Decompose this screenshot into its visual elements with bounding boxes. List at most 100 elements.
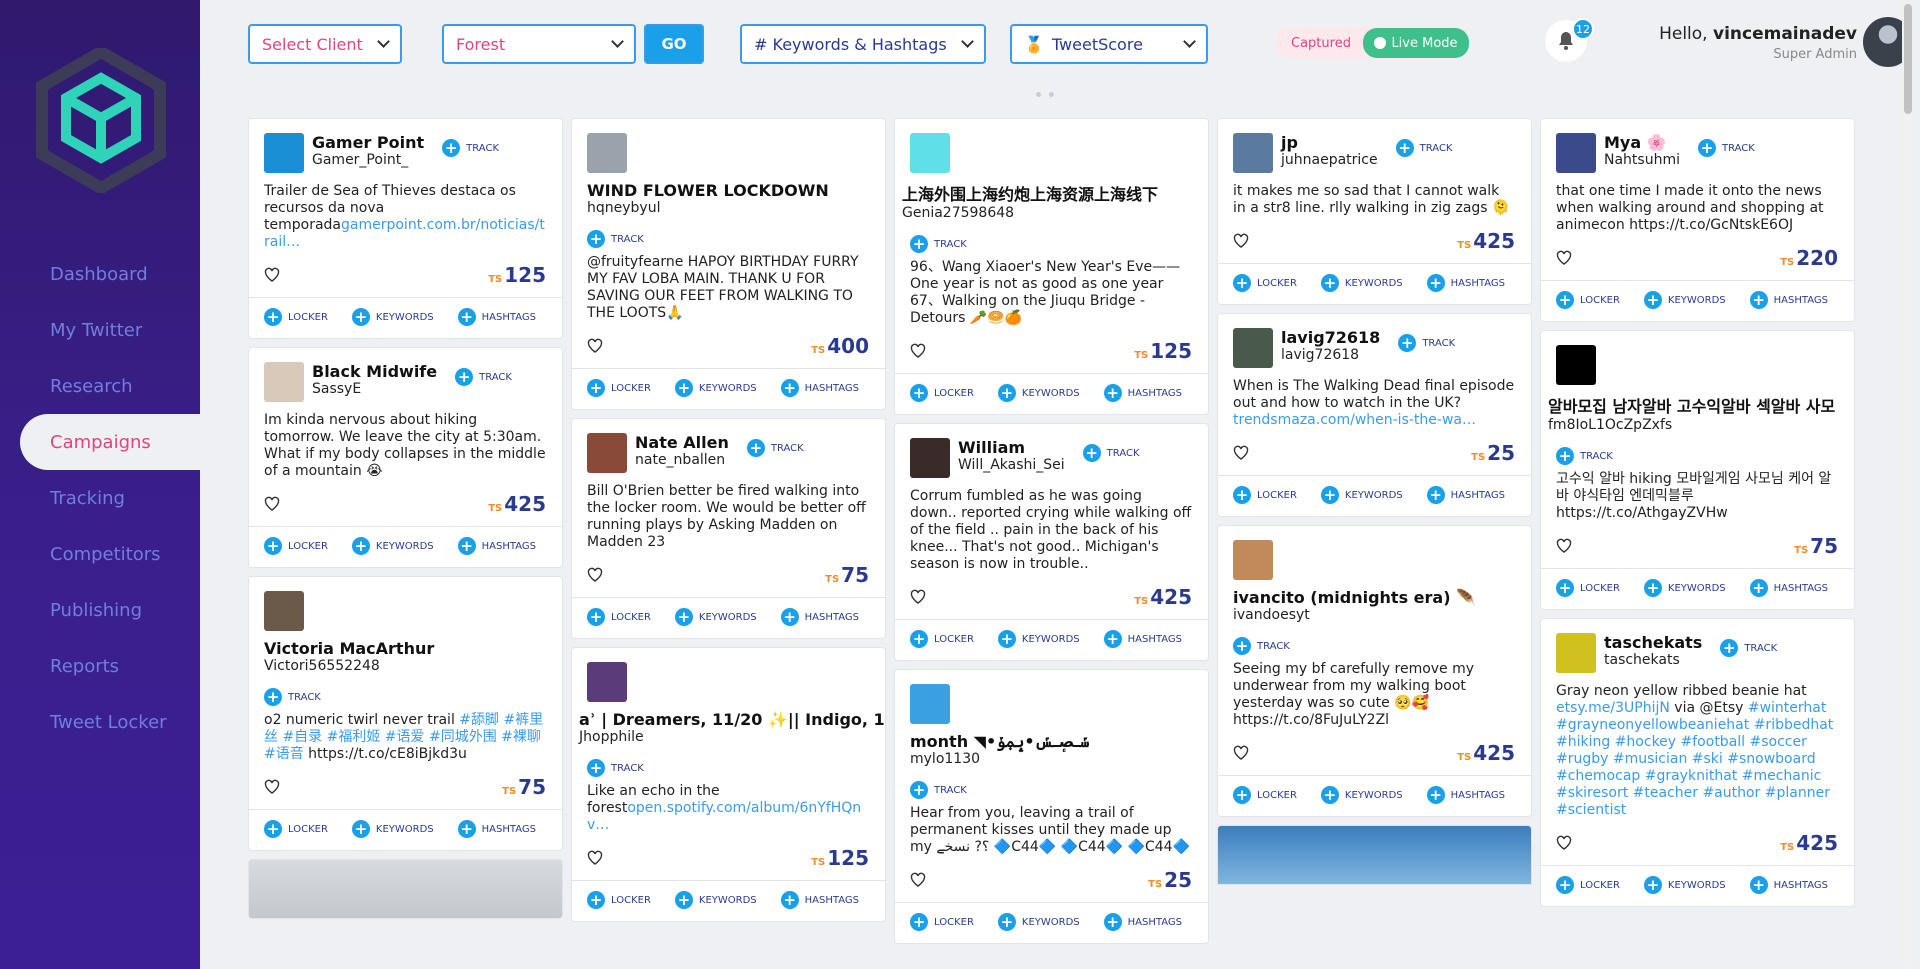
track-button[interactable]: + TRACK: [1082, 444, 1140, 462]
hashtags-button[interactable]: + HASHTAGS: [457, 820, 536, 838]
profile-picture[interactable]: [1556, 633, 1596, 673]
keywords-button[interactable]: + KEYWORDS: [997, 384, 1080, 402]
sidebar-item-my-twitter[interactable]: My Twitter: [0, 302, 200, 358]
tweet-hashtags[interactable]: #winterhat #grayneonyellowbeaniehat #rib…: [1556, 700, 1833, 818]
keywords-button[interactable]: + KEYWORDS: [1643, 876, 1726, 894]
keywords-hashtags-dropdown[interactable]: # Keywords & Hashtags: [740, 24, 986, 64]
heart-icon[interactable]: [587, 338, 603, 354]
carousel-dot[interactable]: [1036, 92, 1041, 97]
locker-button[interactable]: + LOCKER: [264, 537, 328, 555]
hashtags-button[interactable]: + HASHTAGS: [1749, 291, 1828, 309]
select-client-dropdown[interactable]: Select Client: [248, 24, 402, 64]
locker-button[interactable]: + LOCKER: [587, 891, 651, 909]
profile-picture[interactable]: [910, 438, 950, 478]
locker-button[interactable]: + LOCKER: [264, 820, 328, 838]
track-button[interactable]: + TRACK: [1233, 637, 1515, 655]
sidebar-item-reports[interactable]: Reports: [0, 638, 200, 694]
keywords-button[interactable]: + KEYWORDS: [351, 537, 434, 555]
hashtags-button[interactable]: + HASHTAGS: [1426, 274, 1505, 292]
hashtags-button[interactable]: + HASHTAGS: [1426, 786, 1505, 804]
heart-icon[interactable]: [587, 567, 603, 583]
locker-button[interactable]: + LOCKER: [587, 608, 651, 626]
heart-icon[interactable]: [264, 267, 280, 283]
track-button[interactable]: + TRACK: [587, 230, 869, 248]
sidebar-item-dashboard[interactable]: Dashboard: [0, 246, 200, 302]
sidebar-item-tracking[interactable]: Tracking: [0, 470, 200, 526]
track-button[interactable]: + TRACK: [1697, 139, 1755, 157]
sidebar-item-research[interactable]: Research: [0, 358, 200, 414]
profile-picture[interactable]: [587, 433, 627, 473]
hashtags-button[interactable]: + HASHTAGS: [1749, 579, 1828, 597]
live-mode-toggle[interactable]: Captured Live Mode: [1275, 27, 1469, 59]
locker-button[interactable]: + LOCKER: [1233, 486, 1297, 504]
heart-icon[interactable]: [264, 496, 280, 512]
track-button[interactable]: + TRACK: [910, 781, 1192, 799]
profile-picture[interactable]: [587, 662, 627, 702]
keywords-button[interactable]: + KEYWORDS: [1320, 786, 1403, 804]
hashtags-button[interactable]: + HASHTAGS: [1426, 486, 1505, 504]
heart-icon[interactable]: [910, 589, 926, 605]
tweet-link[interactable]: trendsmaza.com/when-is-the-wa…: [1233, 412, 1476, 428]
profile-picture[interactable]: [910, 684, 950, 724]
keywords-button[interactable]: + KEYWORDS: [351, 308, 434, 326]
track-button[interactable]: + TRACK: [587, 759, 869, 777]
locker-button[interactable]: + LOCKER: [1233, 274, 1297, 292]
heart-icon[interactable]: [1556, 835, 1572, 851]
locker-button[interactable]: + LOCKER: [910, 913, 974, 931]
hashtags-button[interactable]: + HASHTAGS: [457, 537, 536, 555]
keywords-button[interactable]: + KEYWORDS: [997, 913, 1080, 931]
scrollbar[interactable]: [1902, 0, 1914, 969]
locker-button[interactable]: + LOCKER: [1556, 579, 1620, 597]
profile-picture[interactable]: [1233, 540, 1273, 580]
track-button[interactable]: + TRACK: [264, 688, 546, 706]
heart-icon[interactable]: [910, 872, 926, 888]
keywords-button[interactable]: + KEYWORDS: [674, 891, 757, 909]
track-button[interactable]: + TRACK: [1398, 334, 1455, 352]
track-button[interactable]: + TRACK: [1395, 139, 1452, 157]
tweet-link[interactable]: etsy.me/3UPhijN: [1556, 700, 1670, 716]
brand-logo-icon[interactable]: [36, 48, 166, 193]
hashtags-button[interactable]: + HASHTAGS: [457, 308, 536, 326]
sidebar-item-campaigns[interactable]: Campaigns: [20, 414, 200, 470]
heart-icon[interactable]: [587, 850, 603, 866]
sidebar-item-tweet-locker[interactable]: Tweet Locker: [0, 694, 200, 750]
carousel-dot[interactable]: [1049, 92, 1054, 97]
keywords-button[interactable]: + KEYWORDS: [997, 630, 1080, 648]
keywords-button[interactable]: + KEYWORDS: [351, 820, 434, 838]
hashtags-button[interactable]: + HASHTAGS: [780, 891, 859, 909]
campaign-dropdown[interactable]: Forest: [442, 24, 636, 64]
profile-picture[interactable]: [910, 133, 950, 173]
keywords-button[interactable]: + KEYWORDS: [1643, 579, 1726, 597]
hashtags-button[interactable]: + HASHTAGS: [1749, 876, 1828, 894]
keywords-button[interactable]: + KEYWORDS: [1643, 291, 1726, 309]
go-button[interactable]: GO: [644, 24, 704, 64]
heart-icon[interactable]: [1233, 233, 1249, 249]
locker-button[interactable]: + LOCKER: [264, 308, 328, 326]
keywords-button[interactable]: + KEYWORDS: [674, 379, 757, 397]
scrollbar-thumb[interactable]: [1904, 4, 1912, 114]
track-button[interactable]: + TRACK: [442, 139, 499, 157]
sidebar-item-publishing[interactable]: Publishing: [0, 582, 200, 638]
track-button[interactable]: + TRACK: [455, 368, 512, 386]
hashtags-button[interactable]: + HASHTAGS: [1103, 630, 1182, 648]
heart-icon[interactable]: [1556, 250, 1572, 266]
profile-picture[interactable]: [264, 591, 304, 631]
tweetscore-dropdown[interactable]: 🏅 TweetScore: [1010, 24, 1208, 64]
heart-icon[interactable]: [910, 343, 926, 359]
track-button[interactable]: + TRACK: [746, 439, 804, 457]
heart-icon[interactable]: [1233, 445, 1249, 461]
heart-icon[interactable]: [1556, 538, 1572, 554]
track-button[interactable]: + TRACK: [910, 235, 1192, 253]
keywords-button[interactable]: + KEYWORDS: [1320, 486, 1403, 504]
locker-button[interactable]: + LOCKER: [1556, 291, 1620, 309]
profile-picture[interactable]: [1233, 328, 1273, 368]
profile-picture[interactable]: [264, 362, 304, 402]
track-button[interactable]: + TRACK: [1556, 447, 1838, 465]
heart-icon[interactable]: [264, 779, 280, 795]
keywords-button[interactable]: + KEYWORDS: [1320, 274, 1403, 292]
hashtags-button[interactable]: + HASHTAGS: [780, 379, 859, 397]
profile-picture[interactable]: [1556, 345, 1596, 385]
track-button[interactable]: + TRACK: [1720, 639, 1777, 657]
profile-picture[interactable]: [1233, 133, 1273, 173]
hashtags-button[interactable]: + HASHTAGS: [780, 608, 859, 626]
